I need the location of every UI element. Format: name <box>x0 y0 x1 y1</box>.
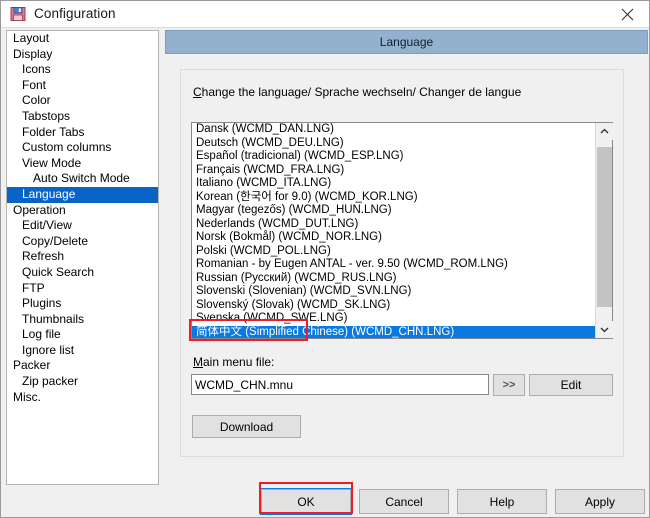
sidebar-item-operation[interactable]: Operation <box>7 203 158 219</box>
title-bar: Configuration <box>1 1 649 28</box>
sidebar-item-display[interactable]: Display <box>7 47 158 63</box>
sidebar-item-packer[interactable]: Packer <box>7 358 158 374</box>
sidebar-item-ignore-list[interactable]: Ignore list <box>7 343 158 359</box>
language-instruction-label: Change the language/ Sprache wechseln/ C… <box>193 85 521 99</box>
language-list-item[interactable]: 简体中文 (Simplified Chinese) (WCMD_CHN.LNG) <box>192 326 595 339</box>
accelerator-char: M <box>193 355 203 369</box>
language-list-item[interactable]: Deutsch (WCMD_DEU.LNG) <box>192 137 595 151</box>
instruction-text: hange the language/ Sprache wechseln/ Ch… <box>202 85 522 99</box>
language-listbox[interactable]: Dansk (WCMD_DAN.LNG)Deutsch (WCMD_DEU.LN… <box>191 122 613 339</box>
floppy-disk-save-icon <box>10 6 26 22</box>
apply-button[interactable]: Apply <box>555 489 645 514</box>
sidebar-item-font[interactable]: Font <box>7 78 158 94</box>
sidebar-item-plugins[interactable]: Plugins <box>7 296 158 312</box>
sidebar-item-color[interactable]: Color <box>7 93 158 109</box>
sidebar-item-refresh[interactable]: Refresh <box>7 249 158 265</box>
sidebar-item-log-file[interactable]: Log file <box>7 327 158 343</box>
settings-tree-list[interactable]: LayoutDisplayIconsFontColorTabstopsFolde… <box>6 30 159 485</box>
language-listbox-items[interactable]: Dansk (WCMD_DAN.LNG)Deutsch (WCMD_DEU.LN… <box>192 123 595 338</box>
sidebar-item-view-mode[interactable]: View Mode <box>7 156 158 172</box>
language-list-item[interactable]: Norsk (Bokmål) (WCMD_NOR.LNG) <box>192 231 595 245</box>
help-button[interactable]: Help <box>457 489 547 514</box>
main-menu-file-label-text: ain menu file: <box>203 355 274 369</box>
scrollbar-thumb[interactable] <box>597 147 612 307</box>
language-list-item[interactable]: Russian (Русский) (WCMD_RUS.LNG) <box>192 272 595 286</box>
browse-button[interactable]: >> <box>493 374 525 396</box>
language-list-item[interactable]: Korean (한국어 for 9.0) (WCMD_KOR.LNG) <box>192 191 595 205</box>
main-menu-file-label: Main menu file: <box>193 355 274 369</box>
panel-header-title: Language <box>380 35 433 49</box>
panel-header: Language <box>165 30 648 54</box>
language-listbox-scrollbar[interactable] <box>595 123 612 338</box>
chevron-down-icon[interactable] <box>596 321 613 338</box>
sidebar-item-custom-columns[interactable]: Custom columns <box>7 140 158 156</box>
language-list-item[interactable]: Magyar (tegezős) (WCMD_HUN.LNG) <box>192 204 595 218</box>
sidebar-item-thumbnails[interactable]: Thumbnails <box>7 312 158 328</box>
language-list-item[interactable]: Español (tradicional) (WCMD_ESP.LNG) <box>192 150 595 164</box>
sidebar-item-folder-tabs[interactable]: Folder Tabs <box>7 125 158 141</box>
language-list-item[interactable]: Français (WCMD_FRA.LNG) <box>192 164 595 178</box>
sidebar-item-edit-view[interactable]: Edit/View <box>7 218 158 234</box>
sidebar-item-auto-switch-mode[interactable]: Auto Switch Mode <box>7 171 158 187</box>
window-title: Configuration <box>34 6 116 21</box>
language-list-item[interactable]: Slovenský (Slovak) (WCMD_SK.LNG) <box>192 299 595 313</box>
sidebar-item-ftp[interactable]: FTP <box>7 281 158 297</box>
configuration-dialog: Configuration LayoutDisplayIconsFontColo… <box>0 0 650 518</box>
sidebar-item-zip-packer[interactable]: Zip packer <box>7 374 158 390</box>
sidebar-item-copy-delete[interactable]: Copy/Delete <box>7 234 158 250</box>
sidebar-item-layout[interactable]: Layout <box>7 31 158 47</box>
language-list-item[interactable]: Slovenski (Slovenian) (WCMD_SVN.LNG) <box>192 285 595 299</box>
language-list-item[interactable]: Romanian - by Eugen ANTAL - ver. 9.50 (W… <box>192 258 595 272</box>
close-icon[interactable] <box>605 1 649 27</box>
accelerator-char: C <box>193 85 202 99</box>
language-list-item[interactable]: Dansk (WCMD_DAN.LNG) <box>192 123 595 137</box>
main-menu-file-input[interactable] <box>191 374 489 395</box>
download-button[interactable]: Download <box>192 415 301 438</box>
chevron-up-icon[interactable] <box>596 123 613 140</box>
cancel-button[interactable]: Cancel <box>359 489 449 514</box>
sidebar-item-language[interactable]: Language <box>7 187 158 203</box>
language-list-item[interactable]: Polski (WCMD_POL.LNG) <box>192 245 595 259</box>
language-list-item[interactable]: Svenska (WCMD_SWE.LNG) <box>192 312 595 326</box>
sidebar-item-quick-search[interactable]: Quick Search <box>7 265 158 281</box>
edit-button[interactable]: Edit <box>529 374 613 396</box>
ok-button[interactable]: OK <box>261 489 351 514</box>
sidebar-item-tabstops[interactable]: Tabstops <box>7 109 158 125</box>
language-list-item[interactable]: Italiano (WCMD_ITA.LNG) <box>192 177 595 191</box>
sidebar-item-icons[interactable]: Icons <box>7 62 158 78</box>
sidebar-item-misc[interactable]: Misc. <box>7 390 158 406</box>
language-list-item[interactable]: Nederlands (WCMD_DUT.LNG) <box>192 218 595 232</box>
